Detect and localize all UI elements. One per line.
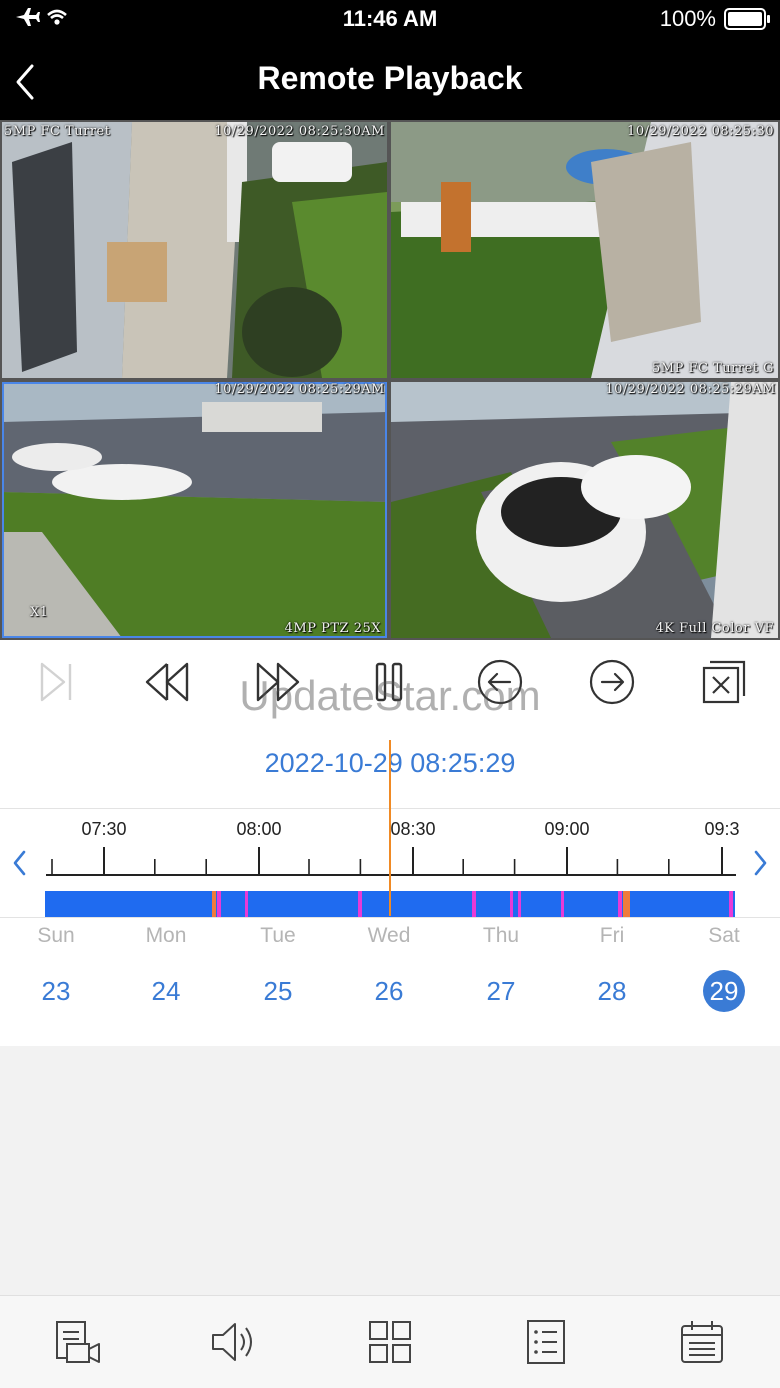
battery-percent: 100%: [659, 6, 716, 31]
day-name: Wed: [367, 924, 411, 947]
pause-icon: [375, 662, 403, 702]
next-frame-button[interactable]: [28, 654, 84, 710]
top-bar: 11:46 AM 100% Remote Playback: [0, 0, 780, 120]
step-back-button[interactable]: [472, 654, 528, 710]
day-date: 24: [151, 976, 181, 1006]
timeline-next-button[interactable]: [740, 809, 780, 917]
chevron-left-icon: [13, 850, 26, 876]
camera-feed-1: [2, 122, 387, 378]
calendar-button[interactable]: [674, 1314, 730, 1370]
recording-event-mark: [212, 891, 216, 917]
day-thu[interactable]: Thu 27: [461, 924, 541, 1012]
playback-controls: [0, 640, 780, 725]
camera-name-1: 5MP FC Turret: [4, 124, 111, 139]
day-name: Sat: [708, 924, 740, 947]
recording-event-mark: [217, 891, 221, 917]
record-icon: [56, 1321, 100, 1363]
camera-feed-4: [391, 382, 778, 638]
day-date: 27: [486, 976, 516, 1006]
day-sun[interactable]: Sun 23: [16, 924, 96, 1012]
bottom-toolbar: [0, 1295, 780, 1388]
camera-label-3: X1: [30, 605, 49, 620]
status-right: 100%: [659, 6, 770, 32]
day-tue[interactable]: Tue 25: [238, 924, 318, 1012]
recording-event-mark: [358, 891, 362, 917]
day-wed[interactable]: Wed 26: [349, 924, 429, 1012]
next-frame-icon: [40, 662, 72, 702]
camera-name-2: 5MP FC Turret G: [652, 361, 774, 376]
recording-event-mark: [561, 891, 564, 917]
split-screen-icon: [369, 1321, 411, 1363]
recording-event-mark: [518, 891, 521, 917]
day-mon[interactable]: Mon 24: [126, 924, 206, 1012]
recording-event-mark: [618, 891, 622, 917]
fast-forward-icon: [256, 662, 300, 702]
speaker-icon: [212, 1323, 252, 1361]
step-back-icon: [477, 659, 523, 705]
camera-timestamp-4: 10/29/2022 08:25:29AM: [605, 382, 776, 397]
pause-button[interactable]: [361, 654, 417, 710]
timeline-prev-button[interactable]: [0, 809, 40, 917]
speaker-button[interactable]: [206, 1314, 262, 1370]
day-date: 25: [263, 976, 293, 1006]
status-bar: 11:46 AM 100%: [0, 0, 780, 40]
camera-view-3[interactable]: 10/29/2022 08:25:29AM X1 4MP PTZ 25X: [2, 382, 387, 638]
camera-view-2[interactable]: 10/29/2022 08:25:30 5MP FC Turret G: [391, 122, 778, 378]
day-name: Thu: [482, 924, 520, 947]
day-name: Fri: [599, 924, 625, 947]
camera-feed-3: [2, 382, 387, 638]
chevron-right-icon: [754, 850, 767, 876]
day-name: Tue: [260, 924, 296, 947]
day-sat[interactable]: Sat 29: [684, 924, 764, 1012]
day-date: 28: [597, 976, 627, 1006]
close-all-icon: [702, 660, 746, 704]
camera-timestamp-3: 10/29/2022 08:25:29AM: [214, 382, 385, 397]
camera-timestamp-2: 10/29/2022 08:25:30: [627, 124, 774, 139]
camera-feed-2: [391, 122, 778, 378]
battery-icon: [724, 8, 770, 30]
recording-event-mark: [245, 891, 248, 917]
calendar-icon: [681, 1321, 723, 1363]
day-date: 26: [374, 976, 404, 1006]
recording-event-mark: [729, 891, 733, 917]
camera-view-4[interactable]: 10/29/2022 08:25:29AM 4K Full Color VF: [391, 382, 778, 638]
timeline-cursor[interactable]: [389, 740, 391, 916]
day-fri[interactable]: Fri 28: [572, 924, 652, 1012]
camera-timestamp-1: 10/29/2022 08:25:30AM: [214, 124, 385, 139]
step-forward-icon: [589, 659, 635, 705]
split-screen-button[interactable]: [362, 1314, 418, 1370]
list-button[interactable]: [518, 1314, 574, 1370]
timeline-tick-label: 09:3: [704, 819, 739, 839]
record-button[interactable]: [50, 1314, 106, 1370]
day-date: 23: [41, 976, 71, 1006]
close-all-button[interactable]: [696, 654, 752, 710]
day-date-selected: 29: [703, 970, 745, 1012]
fast-forward-button[interactable]: [250, 654, 306, 710]
page-title: Remote Playback: [257, 60, 523, 96]
timeline-tick-label: 08:30: [390, 819, 435, 839]
timeline-tick-label: 07:30: [81, 819, 126, 839]
camera-name-4: 4K Full Color VF: [655, 621, 774, 636]
camera-view-1[interactable]: 5MP FC Turret 10/29/2022 08:25:30AM: [2, 122, 387, 378]
recording-event-mark: [472, 891, 476, 917]
day-name: Sun: [37, 924, 75, 947]
camera-name-3: 4MP PTZ 25X: [284, 621, 381, 636]
recording-event-mark: [510, 891, 513, 917]
rewind-button[interactable]: [139, 654, 195, 710]
step-forward-button[interactable]: [584, 654, 640, 710]
camera-grid: 5MP FC Turret 10/29/2022 08:25:30AM 10/2…: [0, 120, 780, 640]
timeline-tick-label: 08:00: [236, 819, 281, 839]
list-icon: [527, 1320, 565, 1364]
rewind-icon: [145, 662, 189, 702]
day-name: Mon: [145, 924, 187, 947]
timeline-tick-label: 09:00: [544, 819, 589, 839]
recording-event-mark: [623, 891, 630, 917]
